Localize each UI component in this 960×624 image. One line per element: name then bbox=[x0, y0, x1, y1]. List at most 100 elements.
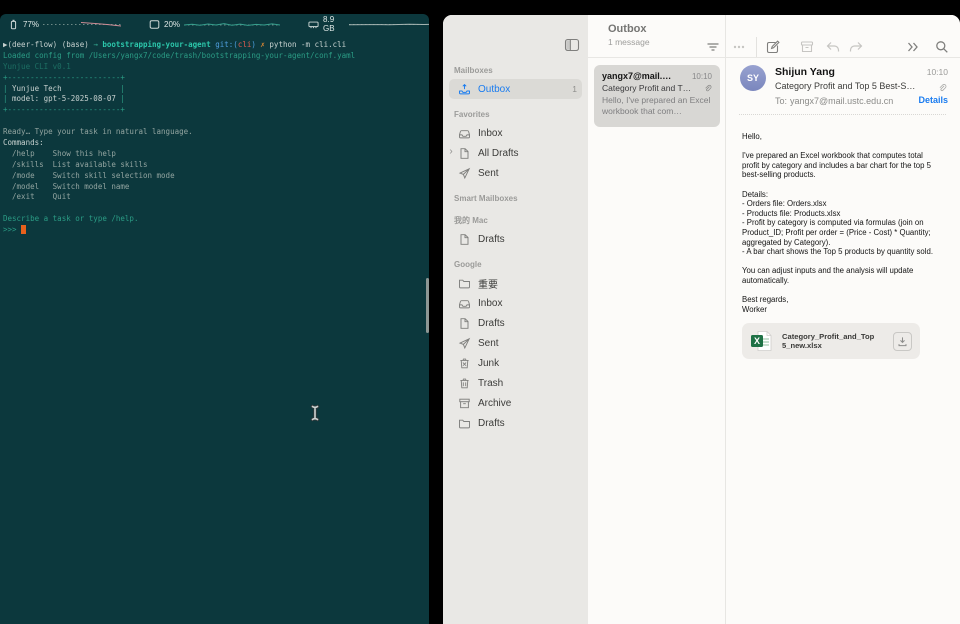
sidebar-item-label: Outbox bbox=[478, 83, 511, 95]
mailbox-message-count: 1 message bbox=[608, 37, 650, 47]
battery-status: 77% bbox=[8, 19, 122, 30]
memory-amount: 8.9 GB bbox=[323, 15, 335, 33]
email-body: Hello, I've prepared an Excel workbook t… bbox=[742, 132, 933, 314]
search-icon[interactable] bbox=[934, 39, 950, 55]
terminal-line: /exit Quit bbox=[3, 192, 71, 202]
drafts-icon bbox=[458, 147, 471, 160]
sidebar-item-label: Drafts bbox=[478, 317, 505, 329]
cpu-sparkline bbox=[184, 23, 281, 26]
sidebar-item-inbox[interactable]: Inbox bbox=[449, 293, 582, 313]
memory-status: 8.9 GB bbox=[308, 15, 429, 33]
sidebar-section-header: Google bbox=[454, 260, 482, 269]
avatar: SY bbox=[740, 65, 766, 91]
terminal-line: +-------------------------+ bbox=[3, 105, 125, 115]
terminal-line: Describe a task or type /help. bbox=[3, 214, 139, 224]
message-detail-pane: SY Shijun Yang 10:10 Category Profit and… bbox=[725, 15, 960, 624]
column-divider bbox=[725, 15, 726, 624]
battery-icon bbox=[8, 19, 19, 30]
sidebar-item-重要[interactable]: 重要 bbox=[449, 273, 582, 293]
to-address: yangx7@mail.ustc.edu.cn bbox=[790, 96, 894, 106]
chevron-right-icon[interactable]: › bbox=[447, 146, 455, 157]
cpu-status: 20% bbox=[149, 19, 281, 30]
sidebar-section-header: Mailboxes bbox=[454, 66, 493, 75]
excel-file-icon: X bbox=[750, 330, 774, 352]
terminal-line: Loaded config from /Users/yangx7/code/tr… bbox=[3, 50, 356, 60]
terminal-window[interactable]: 77% 20% 8.9 GB ▶(deer-flow) (base) → boo… bbox=[0, 14, 429, 624]
sidebar-item-sent[interactable]: Sent bbox=[449, 163, 582, 183]
sidebar-item-archive[interactable]: Archive bbox=[449, 393, 582, 413]
ibeam-cursor bbox=[310, 404, 320, 422]
unread-count-badge: 1 bbox=[572, 84, 577, 94]
more-icon[interactable] bbox=[731, 39, 747, 55]
sidebar-item-label: All Drafts bbox=[478, 147, 519, 159]
battery-percent: 77% bbox=[23, 19, 40, 29]
sidebar-item-all-drafts[interactable]: › All Drafts bbox=[449, 143, 582, 163]
sidebar-item-label: Sent bbox=[478, 337, 499, 349]
sidebar-section-header: Favorites bbox=[454, 110, 490, 119]
terminal-scrollbar[interactable] bbox=[426, 278, 429, 333]
terminal-line: | Yunjue Tech | bbox=[3, 83, 125, 93]
sidebar-item-drafts[interactable]: Drafts bbox=[449, 313, 582, 333]
sidebar-item-label: Sent bbox=[478, 167, 499, 179]
forward-icon[interactable] bbox=[848, 39, 864, 55]
message-preview: Hello, I've prepared an Excel workbook t… bbox=[602, 95, 711, 116]
filter-icon[interactable] bbox=[705, 39, 721, 55]
mail-sidebar: Mailboxes Outbox 1 Favorites Inbox › All Draft… bbox=[443, 15, 588, 624]
attachment-filename: Category_Profit_and_Top5_new.xlsx bbox=[782, 332, 875, 351]
download-icon[interactable] bbox=[893, 331, 912, 351]
cpu-percent: 20% bbox=[164, 19, 181, 29]
terminal-line: | model: gpt-5-2025-08-07 | bbox=[3, 94, 125, 104]
memory-icon bbox=[308, 19, 319, 30]
terminal-line: /help Show this help bbox=[3, 148, 116, 158]
terminal-line: /model Switch model name bbox=[3, 181, 130, 191]
mail-window: Mailboxes Outbox 1 Favorites Inbox › All Draft… bbox=[443, 15, 960, 624]
double-chevron-icon[interactable] bbox=[905, 39, 921, 55]
sidebar-item-outbox[interactable]: Outbox 1 bbox=[449, 79, 582, 99]
terminal-line: Ready… Type your task in natural languag… bbox=[3, 127, 193, 137]
folder-icon bbox=[458, 277, 471, 290]
sidebar-item-inbox[interactable]: Inbox bbox=[449, 123, 582, 143]
message-subject: Category Profit and T… bbox=[602, 83, 692, 93]
outbox-icon bbox=[458, 83, 471, 96]
archive-icon[interactable] bbox=[799, 39, 815, 55]
sent-icon bbox=[458, 167, 471, 180]
compose-icon[interactable] bbox=[765, 39, 781, 55]
sidebar-item-label: Drafts bbox=[478, 417, 505, 429]
sidebar-item-drafts[interactable]: Drafts bbox=[449, 229, 582, 249]
sidebar-item-drafts[interactable]: Drafts bbox=[449, 413, 582, 433]
archive-box-icon bbox=[458, 397, 471, 410]
inbox-icon bbox=[458, 127, 471, 140]
sidebar-item-trash[interactable]: Trash bbox=[449, 373, 582, 393]
memory-sparkline bbox=[349, 23, 429, 26]
terminal-cursor[interactable] bbox=[21, 225, 26, 235]
message-time: 10:10 bbox=[691, 72, 712, 81]
sidebar-section-header: Smart Mailboxes bbox=[454, 194, 518, 203]
sent-icon bbox=[458, 337, 471, 350]
terminal-line: ▶(deer-flow) (base) → bootstrapping-your… bbox=[3, 40, 347, 49]
message-list-item[interactable]: yangx7@mail.… 10:10 Category Profit and … bbox=[594, 65, 720, 127]
sidebar-item-label: Trash bbox=[478, 377, 504, 389]
reply-icon[interactable] bbox=[825, 39, 841, 55]
sidebar-item-sent[interactable]: Sent bbox=[449, 333, 582, 353]
sidebar-item-junk[interactable]: Junk bbox=[449, 353, 582, 373]
terminal-prompt[interactable]: >>> bbox=[3, 225, 355, 236]
message-list-pane: yangx7@mail.… 10:10 Category Profit and … bbox=[588, 15, 725, 624]
sidebar-item-label: Inbox bbox=[478, 297, 503, 309]
mailbox-title: Outbox bbox=[608, 23, 647, 35]
detail-to-line: To: yangx7@mail.ustc.edu.cn bbox=[775, 96, 893, 106]
attachment-chip[interactable]: X Category_Profit_and_Top5_new.xlsx bbox=[742, 323, 920, 360]
sidebar-toggle-icon[interactable] bbox=[564, 37, 580, 53]
cpu-icon bbox=[149, 19, 160, 30]
details-link[interactable]: Details bbox=[918, 95, 948, 105]
battery-sparkline bbox=[43, 22, 122, 27]
terminal-line: Commands: bbox=[3, 138, 44, 148]
terminal-line: Yunjue CLI v0.1 bbox=[3, 61, 71, 71]
paperclip-icon bbox=[937, 80, 947, 92]
to-label: To: bbox=[775, 96, 788, 106]
trash-icon bbox=[458, 377, 471, 390]
terminal-line: /skills List available skills bbox=[3, 159, 148, 169]
message-sender: yangx7@mail.… bbox=[602, 71, 672, 81]
detail-subject: Category Profit and Top 5 Best-S… bbox=[775, 81, 916, 91]
terminal-line: /mode Switch skill selection mode bbox=[3, 170, 175, 180]
